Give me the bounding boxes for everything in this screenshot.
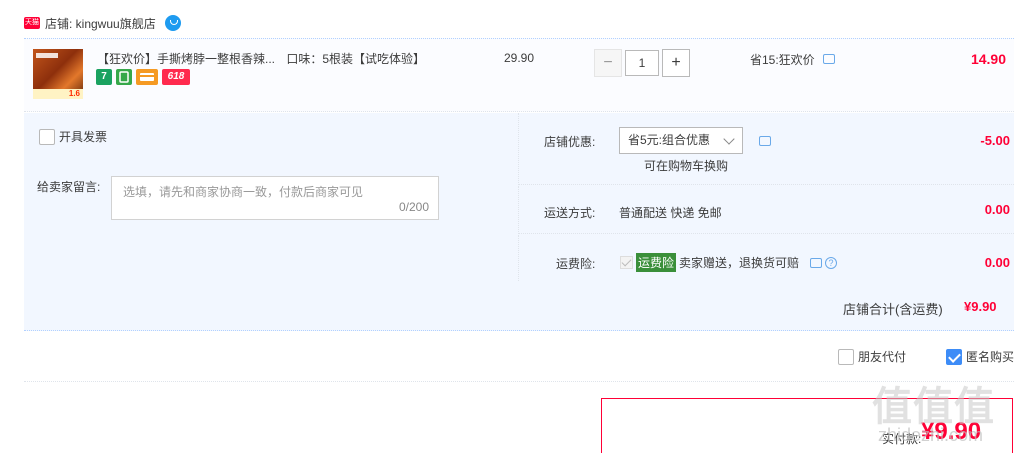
delivery-method: 普通配送 快递 免邮 xyxy=(619,206,722,220)
invoice-checkbox[interactable] xyxy=(39,128,55,145)
comment-icon[interactable] xyxy=(823,54,836,64)
product-title: 【狂欢价】手撕烤脖一整根香辣... 口味：5根装【试吃体验】 xyxy=(97,50,497,67)
message-placeholder: 选填，请先和商家协商一致，付款后商家可见 xyxy=(123,185,364,199)
delivery-label: 运送方式: xyxy=(544,206,596,220)
insurance-value: 0.00 xyxy=(984,255,1010,270)
comment-icon[interactable] xyxy=(810,257,823,268)
shop-discount-note: 可在购物车换购 xyxy=(644,159,729,173)
seven-day-return-icon[interactable]: 7 xyxy=(96,69,112,85)
promo-text: 省15:狂欢价 xyxy=(750,53,815,67)
anonymous-label: 匿名购买 xyxy=(966,350,1015,364)
invoice-label: 开具发票 xyxy=(59,130,108,144)
insurance-option: 运费险 卖家赠送，退换货可赔 ? xyxy=(620,253,838,272)
quantity-input[interactable]: 1 xyxy=(625,50,659,76)
friend-pay-checkbox[interactable] xyxy=(838,348,854,365)
watermark-logo: 值值值 xyxy=(872,385,995,429)
quantity-minus-button[interactable]: − xyxy=(594,49,622,77)
shop-discount-selected: 省5元:组合优惠 xyxy=(628,133,711,147)
friend-pay-label: 朋友代付 xyxy=(858,350,907,364)
shop-discount-label: 店铺优惠: xyxy=(544,135,596,149)
watermark-url: zhidezhi.com xyxy=(878,425,984,445)
quantity-stepper: − 1 + xyxy=(594,49,690,77)
certified-icon[interactable] xyxy=(116,69,132,85)
message-label: 给卖家留言: xyxy=(37,180,101,194)
anonymous-purchase-option[interactable]: 匿名购买 xyxy=(946,348,1014,365)
promo-label: 省15:狂欢价 xyxy=(750,51,836,68)
friend-pay-option[interactable]: 朋友代付 xyxy=(838,348,906,365)
seller-message-input[interactable]: 选填，请先和商家协商一致，付款后商家可见 0/200 xyxy=(111,176,439,220)
product-sku: 口味：5根装【试吃体验】 xyxy=(286,52,426,66)
chevron-down-icon xyxy=(723,133,735,145)
shop-name-link[interactable]: 店铺: kingwuu旗舰店 xyxy=(45,15,156,32)
insurance-badge: 运费险 xyxy=(636,253,677,272)
item-subtotal: 14.90 xyxy=(970,51,1006,67)
shop-header: 天猫 店铺: kingwuu旗舰店 xyxy=(24,14,181,32)
credit-card-icon[interactable] xyxy=(136,69,158,85)
shop-total-value: ¥9.90 xyxy=(964,299,997,314)
product-title-link[interactable]: 【狂欢价】手撕烤脖一整根香辣... xyxy=(97,52,275,66)
delivery-value: 0.00 xyxy=(984,202,1010,217)
quantity-plus-button[interactable]: + xyxy=(662,49,690,77)
help-icon[interactable]: ? xyxy=(825,256,838,269)
tmall-icon: 天猫 xyxy=(24,17,40,29)
promo-618-icon[interactable]: 618 xyxy=(162,69,190,85)
comment-icon[interactable] xyxy=(759,136,771,146)
service-badges: 7 618 xyxy=(96,69,190,85)
insurance-text: 卖家赠送，退换货可赔 xyxy=(679,256,800,270)
shop-discount-value: -5.00 xyxy=(980,133,1010,148)
wangwang-chat-icon[interactable] xyxy=(164,15,181,31)
anonymous-checkbox[interactable] xyxy=(946,348,962,365)
insurance-checkbox xyxy=(620,256,633,269)
invoice-option[interactable]: 开具发票 xyxy=(39,128,107,145)
insurance-label: 运费险: xyxy=(556,257,596,271)
divider xyxy=(24,381,1014,382)
unit-price: 29.90 xyxy=(504,51,535,65)
shop-total-label: 店铺合计(含运费) xyxy=(843,302,943,317)
message-char-count: 0/200 xyxy=(398,200,429,214)
shop-discount-select[interactable]: 省5元:组合优惠 xyxy=(619,127,743,154)
product-thumbnail[interactable]: 1.6 xyxy=(33,49,83,99)
order-item-row: 1.6 【狂欢价】手撕烤脖一整根香辣... 口味：5根装【试吃体验】 7 618… xyxy=(24,38,1014,112)
